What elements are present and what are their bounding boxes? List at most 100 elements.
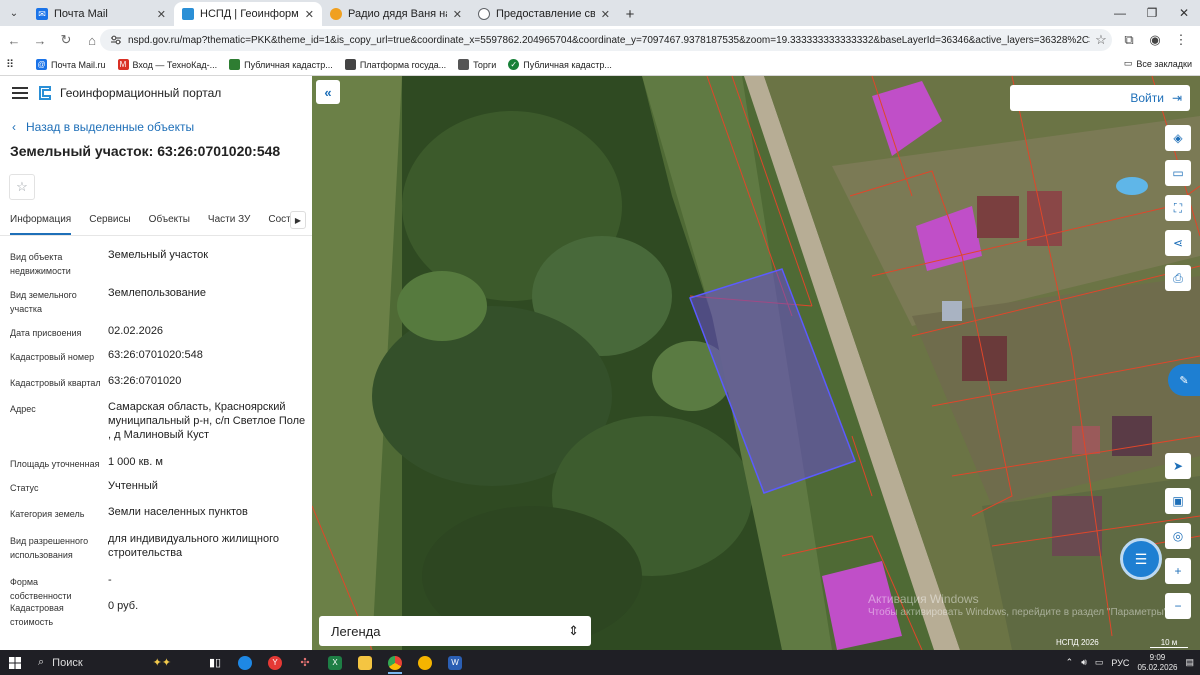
tray-chevron-up-icon[interactable]: ⌃ <box>1066 657 1074 668</box>
watermark-text: Чтобы активировать Windows, перейдите в … <box>868 607 1171 618</box>
all-bookmarks[interactable]: ▭ Все закладки <box>1124 58 1192 69</box>
tab-title: Почта Mail <box>54 8 108 20</box>
bookmark-pkk-2[interactable]: ✓ Публичная кадастр... <box>508 59 612 70</box>
clock-time: 9:09 <box>1149 652 1166 662</box>
extensions-puzzle-icon[interactable]: ⧉ <box>1116 29 1142 51</box>
chrome-app-icon[interactable] <box>380 650 410 675</box>
plus-icon: + <box>1174 564 1182 578</box>
plugin-app-icon[interactable]: ✣ <box>290 650 320 675</box>
browser-menu-icon[interactable]: ⋮ <box>1168 29 1194 51</box>
close-icon[interactable]: ✕ <box>453 8 462 21</box>
layers-tool-button[interactable]: ◈ <box>1165 125 1191 151</box>
back-to-selected-link[interactable]: ‹ Назад в выделенные объекты <box>0 116 312 138</box>
map-scale: 10 м <box>1150 638 1188 648</box>
map-imagery[interactable] <box>312 76 1200 650</box>
bookmark-mail[interactable]: @ Почта Mail.ru <box>36 59 106 70</box>
tab-gosuslugi[interactable]: Предоставление сведений из... ✕ <box>470 2 618 26</box>
back-arrow-icon[interactable]: ← <box>2 28 26 52</box>
new-tab-plus-icon[interactable]: + <box>618 2 642 26</box>
satellite-map[interactable]: « Войти ⇥ ◈ ▭ ⛶ ⋖ ⎙ ✎ ➤ ▣ ◎ + − ☰ Актива… <box>312 76 1200 650</box>
expand-arrows-icon: ⇕ <box>568 623 579 638</box>
taskbar-search[interactable]: ⌕ Поиск ✦✦ <box>30 652 200 673</box>
eagle-icon <box>344 59 356 70</box>
close-icon[interactable]: ✕ <box>157 8 166 21</box>
word-app-icon[interactable]: W <box>440 650 470 675</box>
base-map-icon: ▣ <box>1172 494 1184 508</box>
url-text[interactable]: nspd.gov.ru/map?thematic=PKK&theme_id=1&… <box>128 35 1090 46</box>
network-icon[interactable]: ▭ <box>1095 657 1104 668</box>
tabs-scroll-right-icon[interactable]: ▶ <box>290 211 306 229</box>
tab-radio[interactable]: Радио дядя Ваня на даче слу... ✕ <box>322 2 470 26</box>
portal-logo-icon <box>39 86 51 100</box>
property-value: 63:26:0701020 <box>108 375 182 387</box>
property-label: Дата присвоения <box>10 328 82 338</box>
login-arrow-icon: ⇥ <box>1171 91 1182 105</box>
bookmark-pkk-1[interactable]: Публичная кадастр... <box>229 59 333 70</box>
windows-start-icon[interactable] <box>0 650 30 675</box>
zoom-in-button[interactable]: + <box>1165 558 1191 584</box>
profile-icon[interactable]: ◉ <box>1142 29 1168 51</box>
property-label: Кадастровая стоимость <box>10 603 64 627</box>
system-tray: ⌃ 🔊︎ ▭ РУС 9:09 05.02.2026 ▤ <box>1058 650 1194 675</box>
chat-icon: ☰ <box>1134 550 1148 567</box>
tab-information[interactable]: Информация <box>10 208 72 235</box>
chevron-left-icon: ‹ <box>12 120 16 134</box>
close-icon[interactable]: ✕ <box>305 8 314 21</box>
browser-toolbar: ← → ↻ ⌂ nspd.gov.ru/map?thematic=PKK&the… <box>0 26 1200 54</box>
close-icon[interactable]: ✕ <box>601 8 610 21</box>
tab-title: НСПД | Геоинформационный <box>200 8 299 20</box>
hamburger-menu-icon[interactable] <box>12 87 28 99</box>
language-indicator[interactable]: РУС <box>1111 658 1129 668</box>
forward-arrow-icon[interactable]: → <box>28 28 52 52</box>
edge-app-icon[interactable] <box>230 650 260 675</box>
bookmark-star-icon[interactable]: ☆ <box>1090 32 1112 48</box>
audio-app-icon[interactable] <box>410 650 440 675</box>
locate-button[interactable]: ➤ <box>1165 453 1191 479</box>
login-button[interactable]: Войти ⇥ <box>1010 85 1190 111</box>
file-explorer-icon[interactable] <box>350 650 380 675</box>
tab-mail[interactable]: ✉ Почта Mail ✕ <box>28 2 174 26</box>
clock[interactable]: 9:09 05.02.2026 <box>1137 653 1177 673</box>
search-icon: ⌕ <box>38 656 45 668</box>
apps-grid-icon[interactable]: ⠿ <box>6 58 22 71</box>
windows-logo-icon <box>9 656 21 669</box>
ruler-tool-button[interactable]: ▭ <box>1165 160 1191 186</box>
tab-search-chevron-icon[interactable]: ⌄ <box>0 0 28 26</box>
collapse-panel-button[interactable]: « <box>316 80 340 104</box>
tab-services[interactable]: Сервисы <box>89 208 130 235</box>
favorite-star-icon[interactable]: ☆ <box>9 174 35 200</box>
task-view-icon[interactable]: ▮▯ <box>200 650 230 675</box>
excel-app-icon[interactable]: X <box>320 650 350 675</box>
legend-dropdown[interactable]: Легенда ⇕ <box>319 616 591 646</box>
base-map-button[interactable]: ▣ <box>1165 488 1191 514</box>
tab-nspd[interactable]: НСПД | Геоинформационный ✕ <box>174 2 322 26</box>
tab-objects[interactable]: Объекты <box>149 208 190 235</box>
bookmark-platform[interactable]: Платформа госуда... <box>344 59 446 70</box>
geo-search-button[interactable]: ◎ <box>1165 523 1191 549</box>
folder-icon: ▭ <box>1123 58 1133 68</box>
site-settings-icon[interactable] <box>110 35 122 45</box>
reload-icon[interactable]: ↻ <box>54 28 78 52</box>
object-info-panel: Геоинформационный портал ‹ Назад в выдел… <box>0 76 312 650</box>
maximize-icon[interactable]: ❐ <box>1136 0 1168 26</box>
weather-sparkle-icon: ✦✦ <box>152 657 172 669</box>
close-window-icon[interactable]: ✕ <box>1168 0 1200 26</box>
tab-parts[interactable]: Части ЗУ <box>208 208 250 235</box>
support-button[interactable]: ✎ <box>1168 364 1200 396</box>
minimize-icon[interactable]: — <box>1104 0 1136 26</box>
bookmark-label: Почта Mail.ru <box>51 59 106 70</box>
print-tool-button[interactable]: ⎙ <box>1165 265 1191 291</box>
minus-icon: − <box>1174 599 1182 613</box>
notification-icon[interactable]: ▤ <box>1185 657 1194 668</box>
yandex-app-icon[interactable]: Y <box>260 650 290 675</box>
share-tool-button[interactable]: ⋖ <box>1165 230 1191 256</box>
address-bar[interactable]: nspd.gov.ru/map?thematic=PKK&theme_id=1&… <box>100 29 1112 51</box>
chat-assistant-button[interactable]: ☰ <box>1120 538 1162 580</box>
all-bookmarks-label: Все закладки <box>1136 58 1192 69</box>
bookmark-torgi[interactable]: Торги <box>458 59 496 70</box>
bookmark-technokad[interactable]: M Вход — ТехноКад-... <box>117 59 217 70</box>
select-area-tool-button[interactable]: ⛶ <box>1165 195 1191 221</box>
property-value: Земельный участок <box>108 249 209 261</box>
volume-icon[interactable]: 🔊︎ <box>1081 657 1087 668</box>
property-value: 02.02.2026 <box>108 325 164 337</box>
